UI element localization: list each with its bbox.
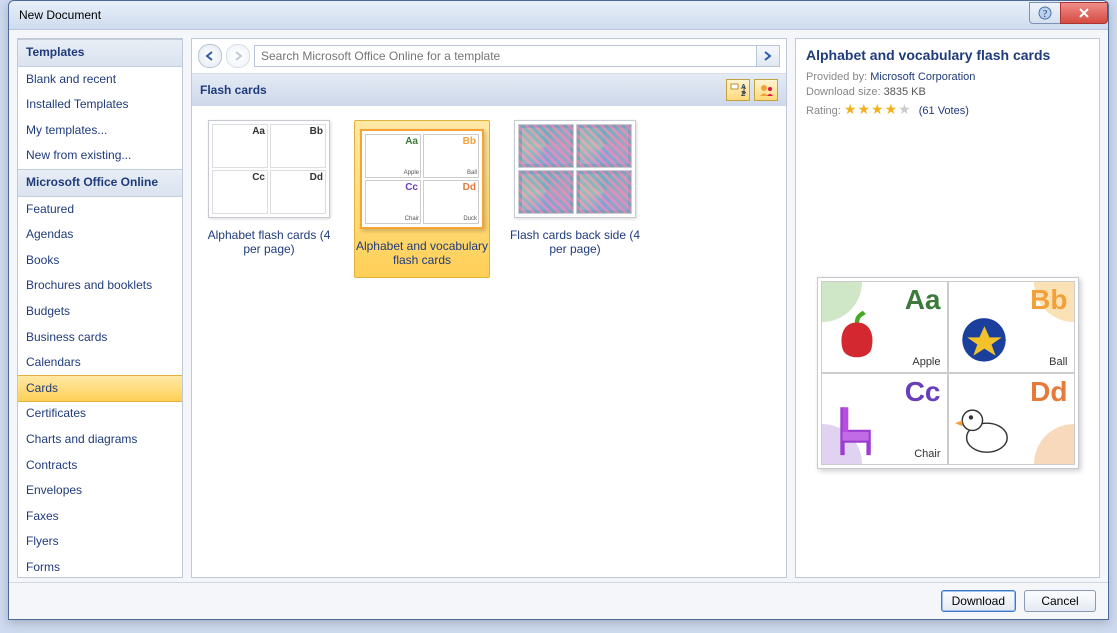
details-title: Alphabet and vocabulary flash cards — [806, 47, 1089, 63]
template-label: Alphabet flash cards (4 per page) — [202, 228, 336, 256]
details-size: Download size: 3835 KB — [806, 86, 1089, 98]
template-preview: AaApple BbBall CcChair DdDuck — [817, 277, 1079, 469]
cancel-button[interactable]: Cancel — [1024, 590, 1096, 612]
provider-link[interactable]: Microsoft Corporation — [870, 71, 975, 83]
details-rating: Rating: ★★★★★ (61 Votes) — [806, 101, 1089, 118]
customer-submitted-button[interactable] — [754, 79, 778, 101]
person-icon — [758, 83, 774, 97]
section-header: Flash cards A Z — [192, 74, 786, 106]
search-go-button[interactable] — [756, 46, 779, 66]
nav-back-button[interactable] — [198, 44, 222, 68]
sidebar-item-certificates[interactable]: Certificates — [18, 401, 182, 427]
sidebar-item-my-templates[interactable]: My templates... — [18, 118, 182, 144]
details-provider: Provided by: Microsoft Corporation — [806, 71, 1089, 83]
arrow-left-icon — [204, 50, 216, 62]
sort-icon: A Z — [730, 83, 746, 97]
help-button[interactable]: ? — [1029, 2, 1061, 24]
duck-icon — [955, 400, 1013, 458]
download-button[interactable]: Download — [941, 590, 1016, 612]
nav-forward-button[interactable] — [226, 44, 250, 68]
title-bar: New Document ? — [9, 1, 1108, 30]
template-categories-sidebar: Templates Blank and recent Installed Tem… — [17, 38, 183, 578]
template-gallery-panel: Flash cards A Z — [191, 38, 787, 578]
sidebar-item-faxes[interactable]: Faxes — [18, 504, 182, 530]
sidebar-item-new-from-existing[interactable]: New from existing... — [18, 143, 182, 169]
sidebar-item-blank[interactable]: Blank and recent — [18, 67, 182, 93]
sidebar-item-featured[interactable]: Featured — [18, 197, 182, 223]
sort-button[interactable]: A Z — [726, 79, 750, 101]
sidebar-item-charts[interactable]: Charts and diagrams — [18, 427, 182, 453]
sidebar-item-flyers[interactable]: Flyers — [18, 529, 182, 555]
sidebar-item-brochures[interactable]: Brochures and booklets — [18, 273, 182, 299]
sidebar-item-installed[interactable]: Installed Templates — [18, 92, 182, 118]
section-title: Flash cards — [200, 83, 267, 97]
sidebar-item-calendars[interactable]: Calendars — [18, 350, 182, 376]
sidebar-item-agendas[interactable]: Agendas — [18, 222, 182, 248]
dialog-footer: Download Cancel — [9, 582, 1108, 619]
apple-icon — [828, 308, 886, 366]
sidebar-header-templates: Templates — [18, 39, 182, 67]
template-thumbnail: Aa Bb Cc Dd — [208, 120, 330, 218]
close-button[interactable] — [1060, 2, 1108, 24]
template-details-panel: Alphabet and vocabulary flash cards Prov… — [795, 38, 1100, 578]
template-item[interactable]: Aa Bb Cc Dd Alphabet flash cards (4 per … — [202, 120, 336, 256]
rating-stars: ★★★★★ — [844, 101, 912, 118]
template-label: Alphabet and vocabulary flash cards — [355, 239, 489, 267]
chair-icon — [828, 400, 886, 458]
sidebar-item-forms[interactable]: Forms — [18, 555, 182, 578]
template-item[interactable]: AaApple BbBall CcChair DdDuck Alphabet a… — [354, 120, 490, 278]
sidebar-header-online: Microsoft Office Online — [18, 169, 182, 197]
arrow-right-icon — [232, 50, 244, 62]
template-thumbnail: AaApple BbBall CcChair DdDuck — [360, 129, 484, 229]
sidebar-item-budgets[interactable]: Budgets — [18, 299, 182, 325]
template-item[interactable]: Flash cards back side (4 per page) — [508, 120, 642, 256]
sidebar-item-contracts[interactable]: Contracts — [18, 453, 182, 479]
sidebar-item-cards[interactable]: Cards — [17, 375, 183, 403]
template-label: Flash cards back side (4 per page) — [508, 228, 642, 256]
sidebar-item-envelopes[interactable]: Envelopes — [18, 478, 182, 504]
new-document-dialog: New Document ? Templates Blank and recen… — [8, 0, 1109, 620]
sidebar-item-business-cards[interactable]: Business cards — [18, 325, 182, 351]
search-input[interactable] — [255, 49, 756, 63]
window-title: New Document — [19, 8, 1030, 22]
ball-icon — [955, 308, 1013, 366]
arrow-right-icon — [762, 50, 774, 62]
sidebar-item-books[interactable]: Books — [18, 248, 182, 274]
search-box[interactable] — [254, 45, 780, 67]
svg-text:?: ? — [1043, 9, 1048, 20]
template-thumbnail — [514, 120, 636, 218]
